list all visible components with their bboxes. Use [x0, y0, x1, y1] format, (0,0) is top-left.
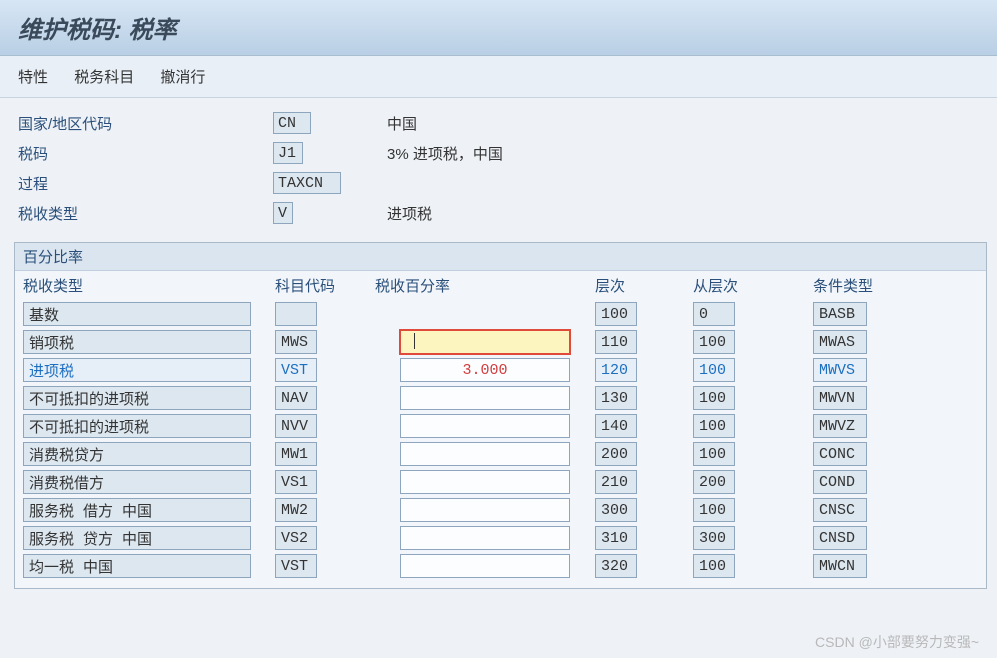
table-row [23, 384, 978, 412]
acct-cell[interactable] [275, 302, 317, 326]
from-level-cell[interactable] [693, 386, 735, 410]
condition-type-cell[interactable] [813, 526, 867, 550]
from-level-cell[interactable] [693, 302, 735, 326]
percent-cell[interactable] [400, 386, 570, 410]
from-level-cell[interactable] [693, 358, 735, 382]
taxtype-cell[interactable] [23, 386, 251, 410]
from-level-cell[interactable] [693, 330, 735, 354]
percent-cell[interactable] [400, 414, 570, 438]
taxtype-desc: 进项税 [387, 203, 432, 224]
taxtype-cell[interactable] [23, 358, 251, 382]
percent-cell[interactable] [400, 330, 570, 354]
acct-cell[interactable] [275, 526, 317, 550]
watermark: CSDN @小部要努力变强~ [815, 632, 979, 652]
table-row [23, 356, 978, 384]
acct-cell[interactable] [275, 386, 317, 410]
acct-cell[interactable] [275, 414, 317, 438]
level-cell[interactable] [595, 330, 637, 354]
taxtype-cell[interactable] [23, 554, 251, 578]
col-header-level: 层次 [595, 275, 693, 296]
level-cell[interactable] [595, 442, 637, 466]
menu-accounts[interactable]: 税务科目 [74, 66, 134, 87]
table-row [23, 440, 978, 468]
percent-cell[interactable] [400, 554, 570, 578]
condition-type-cell[interactable] [813, 554, 867, 578]
table-row [23, 412, 978, 440]
title-bar: 维护税码: 税率 [0, 0, 997, 56]
table-row [23, 468, 978, 496]
procedure-field[interactable] [273, 172, 341, 194]
condition-type-cell[interactable] [813, 302, 867, 326]
acct-cell[interactable] [275, 498, 317, 522]
percent-cell[interactable] [400, 470, 570, 494]
col-header-pct: 税收百分率 [375, 275, 595, 296]
acct-cell[interactable] [275, 470, 317, 494]
menu-deactivate-line[interactable]: 撤消行 [160, 66, 205, 87]
level-cell[interactable] [595, 358, 637, 382]
taxtype-field[interactable] [273, 202, 293, 224]
grid-header: 税收类型 科目代码 税收百分率 层次 从层次 条件类型 [15, 271, 986, 300]
table-row [23, 496, 978, 524]
condition-type-cell[interactable] [813, 386, 867, 410]
level-cell[interactable] [595, 526, 637, 550]
level-cell[interactable] [595, 470, 637, 494]
menu-bar: 特性 税务科目 撤消行 [0, 56, 997, 98]
from-level-cell[interactable] [693, 498, 735, 522]
col-header-taxtype: 税收类型 [23, 275, 275, 296]
table-row [23, 524, 978, 552]
taxcode-field[interactable] [273, 142, 303, 164]
condition-type-cell[interactable] [813, 330, 867, 354]
acct-cell[interactable] [275, 442, 317, 466]
level-cell[interactable] [595, 386, 637, 410]
condition-type-cell[interactable] [813, 498, 867, 522]
grid-body [15, 300, 986, 588]
country-label: 国家/地区代码 [18, 113, 273, 134]
table-row [23, 552, 978, 580]
acct-cell[interactable] [275, 330, 317, 354]
from-level-cell[interactable] [693, 442, 735, 466]
page-title: 维护税码: 税率 [18, 10, 979, 45]
col-header-cond: 条件类型 [813, 275, 933, 296]
taxtype-label: 税收类型 [18, 203, 273, 224]
percentage-section: 百分比率 税收类型 科目代码 税收百分率 层次 从层次 条件类型 [14, 242, 987, 589]
country-name: 中国 [387, 113, 417, 134]
from-level-cell[interactable] [693, 526, 735, 550]
level-cell[interactable] [595, 414, 637, 438]
percent-cell[interactable] [400, 498, 570, 522]
condition-type-cell[interactable] [813, 414, 867, 438]
col-header-from: 从层次 [693, 275, 813, 296]
procedure-label: 过程 [18, 173, 273, 194]
taxtype-cell[interactable] [23, 414, 251, 438]
taxcode-label: 税码 [18, 143, 273, 164]
percent-cell[interactable] [400, 442, 570, 466]
from-level-cell[interactable] [693, 470, 735, 494]
taxtype-cell[interactable] [23, 442, 251, 466]
menu-properties[interactable]: 特性 [18, 66, 48, 87]
section-title: 百分比率 [15, 243, 986, 271]
col-header-acct: 科目代码 [275, 275, 375, 296]
percent-cell[interactable] [400, 358, 570, 382]
taxtype-cell[interactable] [23, 498, 251, 522]
table-row [23, 328, 978, 356]
taxtype-cell[interactable] [23, 470, 251, 494]
taxtype-cell[interactable] [23, 330, 251, 354]
condition-type-cell[interactable] [813, 442, 867, 466]
percent-cell[interactable] [400, 526, 570, 550]
level-cell[interactable] [595, 554, 637, 578]
acct-cell[interactable] [275, 554, 317, 578]
taxtype-cell[interactable] [23, 526, 251, 550]
level-cell[interactable] [595, 302, 637, 326]
condition-type-cell[interactable] [813, 470, 867, 494]
level-cell[interactable] [595, 498, 637, 522]
table-row [23, 300, 978, 328]
taxcode-desc: 3% 进项税，中国 [387, 143, 503, 164]
taxtype-cell[interactable] [23, 302, 251, 326]
country-code-field[interactable] [273, 112, 311, 134]
header-form: 国家/地区代码 中国 税码 3% 进项税，中国 过程 税收类型 进项税 [0, 98, 997, 234]
from-level-cell[interactable] [693, 414, 735, 438]
acct-cell[interactable] [275, 358, 317, 382]
condition-type-cell[interactable] [813, 358, 867, 382]
from-level-cell[interactable] [693, 554, 735, 578]
